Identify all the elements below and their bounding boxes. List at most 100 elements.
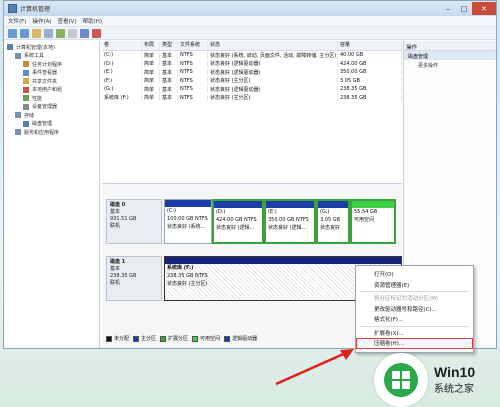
tree-item[interactable]: 服务和应用程序 xyxy=(7,128,99,137)
table-cell: 40.00 GB xyxy=(338,52,402,59)
tree-item[interactable]: 任务计划程序 xyxy=(7,60,99,69)
navigation-tree: 计算机管理(本地) 系统工具 任务计划程序 事件查看器 共享文件夹 本地用户和组 性能 设备管… xyxy=(4,41,100,348)
column-header[interactable]: 布局 xyxy=(142,41,160,50)
column-header[interactable]: 类型 xyxy=(160,41,178,50)
column-header[interactable]: 卷 xyxy=(102,41,142,50)
disk-info-line: 238.35 GB xyxy=(110,273,137,279)
table-cell: 简单 xyxy=(142,51,160,59)
tree-item-icon xyxy=(7,44,13,51)
forward-icon[interactable] xyxy=(20,28,29,38)
shrink-volume-menu-item[interactable]: 压缩卷(H)... xyxy=(356,338,473,349)
table-cell: 基本 xyxy=(160,85,178,93)
tree-item-icon xyxy=(23,103,29,110)
table-cell: 基本 xyxy=(160,94,178,102)
partition[interactable]: (E:) 350.00 GB NTFS 状态良好 (逻辑... xyxy=(264,199,316,244)
partition[interactable]: (G:) 3.05 GB 状态良好 xyxy=(316,199,350,244)
table-row[interactable]: (D:) 简单 基本 NTFS 状态良好 (逻辑驱动器) 424.00 GB xyxy=(102,60,402,69)
tree-item[interactable]: 系统工具 xyxy=(7,52,99,61)
disk-info-line: 931.51 GB xyxy=(110,216,137,222)
column-header[interactable]: 容量 xyxy=(338,41,402,50)
disk-1-info[interactable]: 磁盘 1 基本 238.35 GB 联机 xyxy=(106,256,162,301)
partition[interactable]: (C:) 100.00 GB NTFS 状态良好 (系统... xyxy=(164,199,212,244)
partition-size: 55.54 GB xyxy=(354,209,378,215)
table-row[interactable]: (F:) 简单 基本 NTFS 状态良好 (主分区) 3.05 GB xyxy=(102,77,402,86)
menu-item[interactable]: 查看(V) xyxy=(58,17,77,25)
delete-icon[interactable] xyxy=(92,28,101,38)
watermark-brand: Win10 xyxy=(434,364,476,380)
table-row[interactable]: (G:) 简单 基本 NTFS 状态良好 (逻辑驱动器) 238.35 GB xyxy=(102,85,402,94)
table-row[interactable]: (E:) 简单 基本 NTFS 状态良好 (逻辑驱动器) 350.00 GB xyxy=(102,68,402,77)
minimize-button[interactable]: – xyxy=(440,2,456,15)
legend-item: 逻辑驱动器 xyxy=(224,335,257,342)
menu-item[interactable]: 操作(A) xyxy=(32,17,51,25)
disk-0-info[interactable]: 磁盘 0 基本 931.51 GB 联机 xyxy=(106,199,162,244)
tree-item[interactable]: 设备管理器 xyxy=(7,103,99,112)
tree-item-icon xyxy=(15,129,21,136)
window-title: 计算机管理 xyxy=(20,6,51,13)
maximize-button[interactable]: □ xyxy=(456,2,472,15)
tree-item-icon xyxy=(23,78,29,85)
title-bar: 计算机管理 – □ ✕ xyxy=(4,1,496,16)
disk-info-line: 基本 xyxy=(110,209,121,215)
actions-more[interactable]: 更多操作 xyxy=(404,60,496,69)
list-icon[interactable] xyxy=(44,28,53,38)
back-icon[interactable] xyxy=(8,28,17,38)
menu-bar: 文件(F) 操作(A) 查看(V) 帮助(H) xyxy=(4,16,496,27)
column-header[interactable]: 状态 xyxy=(208,41,338,50)
tree-item[interactable]: 计算机管理(本地) xyxy=(7,43,99,52)
tree-item[interactable]: 共享文件夹 xyxy=(7,77,99,86)
table-row[interactable]: 系统库 (F:) 简单 基本 NTFS 状态良好 (主分区) 238.35 GB xyxy=(102,94,402,103)
partition[interactable]: (D:) 424.00 GB NTFS 状态良好 (逻辑... xyxy=(212,199,264,244)
tree-item[interactable]: 事件查看器 xyxy=(7,69,99,78)
tree-item-label: 任务计划程序 xyxy=(32,61,63,68)
context-menu-item[interactable]: 打开(O) xyxy=(356,269,473,280)
table-cell: 简单 xyxy=(142,60,160,68)
table-cell: 基本 xyxy=(160,77,178,85)
tree-item[interactable]: 存储 xyxy=(7,111,99,120)
close-button[interactable]: ✕ xyxy=(472,2,496,15)
partition[interactable]: 55.54 GB 可用空间 xyxy=(350,199,396,244)
table-cell: 基本 xyxy=(160,60,178,68)
table-cell: (F:) xyxy=(102,77,142,84)
table-row[interactable]: (C:) 简单 基本 NTFS 状态良好 (系统, 启动, 页面文件, 活动, 故障转储… xyxy=(102,51,402,60)
table-cell: 状态良好 (主分区) xyxy=(208,77,338,85)
tree-item[interactable]: 本地用户和组 xyxy=(7,86,99,95)
tree-item-icon xyxy=(23,69,29,76)
table-cell: 状态良好 (逻辑驱动器) xyxy=(208,85,338,93)
table-cell: 简单 xyxy=(142,94,160,102)
table-cell: NTFS xyxy=(178,52,208,59)
context-menu-item[interactable]: 扩展卷(X)... xyxy=(356,328,473,339)
menu-item[interactable]: 帮助(H) xyxy=(83,17,102,25)
tree-item[interactable]: 磁盘管理 xyxy=(7,120,99,129)
partition-status: 状态良好 xyxy=(320,225,341,231)
refresh-icon[interactable] xyxy=(56,28,65,38)
table-cell: 简单 xyxy=(142,77,160,85)
tree-item-icon xyxy=(15,52,21,59)
properties-icon[interactable] xyxy=(68,28,77,38)
disk-info-line: 联机 xyxy=(110,223,121,229)
actions-header: 操作 xyxy=(404,41,496,51)
table-cell: NTFS xyxy=(178,94,208,101)
context-menu-item[interactable]: 资源管理器(E) xyxy=(356,280,473,291)
actions-disk-management[interactable]: 磁盘管理 xyxy=(404,51,496,60)
watermark-circle xyxy=(374,352,428,407)
table-cell: NTFS xyxy=(178,77,208,84)
context-menu-item[interactable]: 更改驱动器号和路径(C)... xyxy=(356,304,473,315)
folder-icon[interactable] xyxy=(32,28,41,38)
partition-bar xyxy=(266,201,314,208)
legend-label: 可用空间 xyxy=(200,336,221,342)
tree-item-label: 计算机管理(本地) xyxy=(16,44,55,51)
help-icon[interactable] xyxy=(80,28,89,38)
table-cell: NTFS xyxy=(178,86,208,93)
menu-separator xyxy=(360,291,469,292)
menu-item[interactable]: 文件(F) xyxy=(8,17,26,25)
tree-item[interactable]: 性能 xyxy=(7,94,99,103)
disk-0: 磁盘 0 基本 931.51 GB 联机 (C:) 100.00 GB NTFS 状态良好… xyxy=(106,199,402,244)
table-cell: NTFS xyxy=(178,69,208,76)
volume-list: 卷布局 类型 文件系统 状态 容量 (C:) 简单 基本 NTFS 状态良好 (系统, 启动, … xyxy=(102,41,402,173)
partition-status: 状态良好 (逻辑... xyxy=(268,225,307,231)
legend-label: 主分区 xyxy=(141,336,157,342)
legend-item: 扩展分区 xyxy=(160,335,188,342)
column-header[interactable]: 文件系统 xyxy=(178,41,208,50)
context-menu-item[interactable]: 格式化(F)... xyxy=(356,314,473,325)
